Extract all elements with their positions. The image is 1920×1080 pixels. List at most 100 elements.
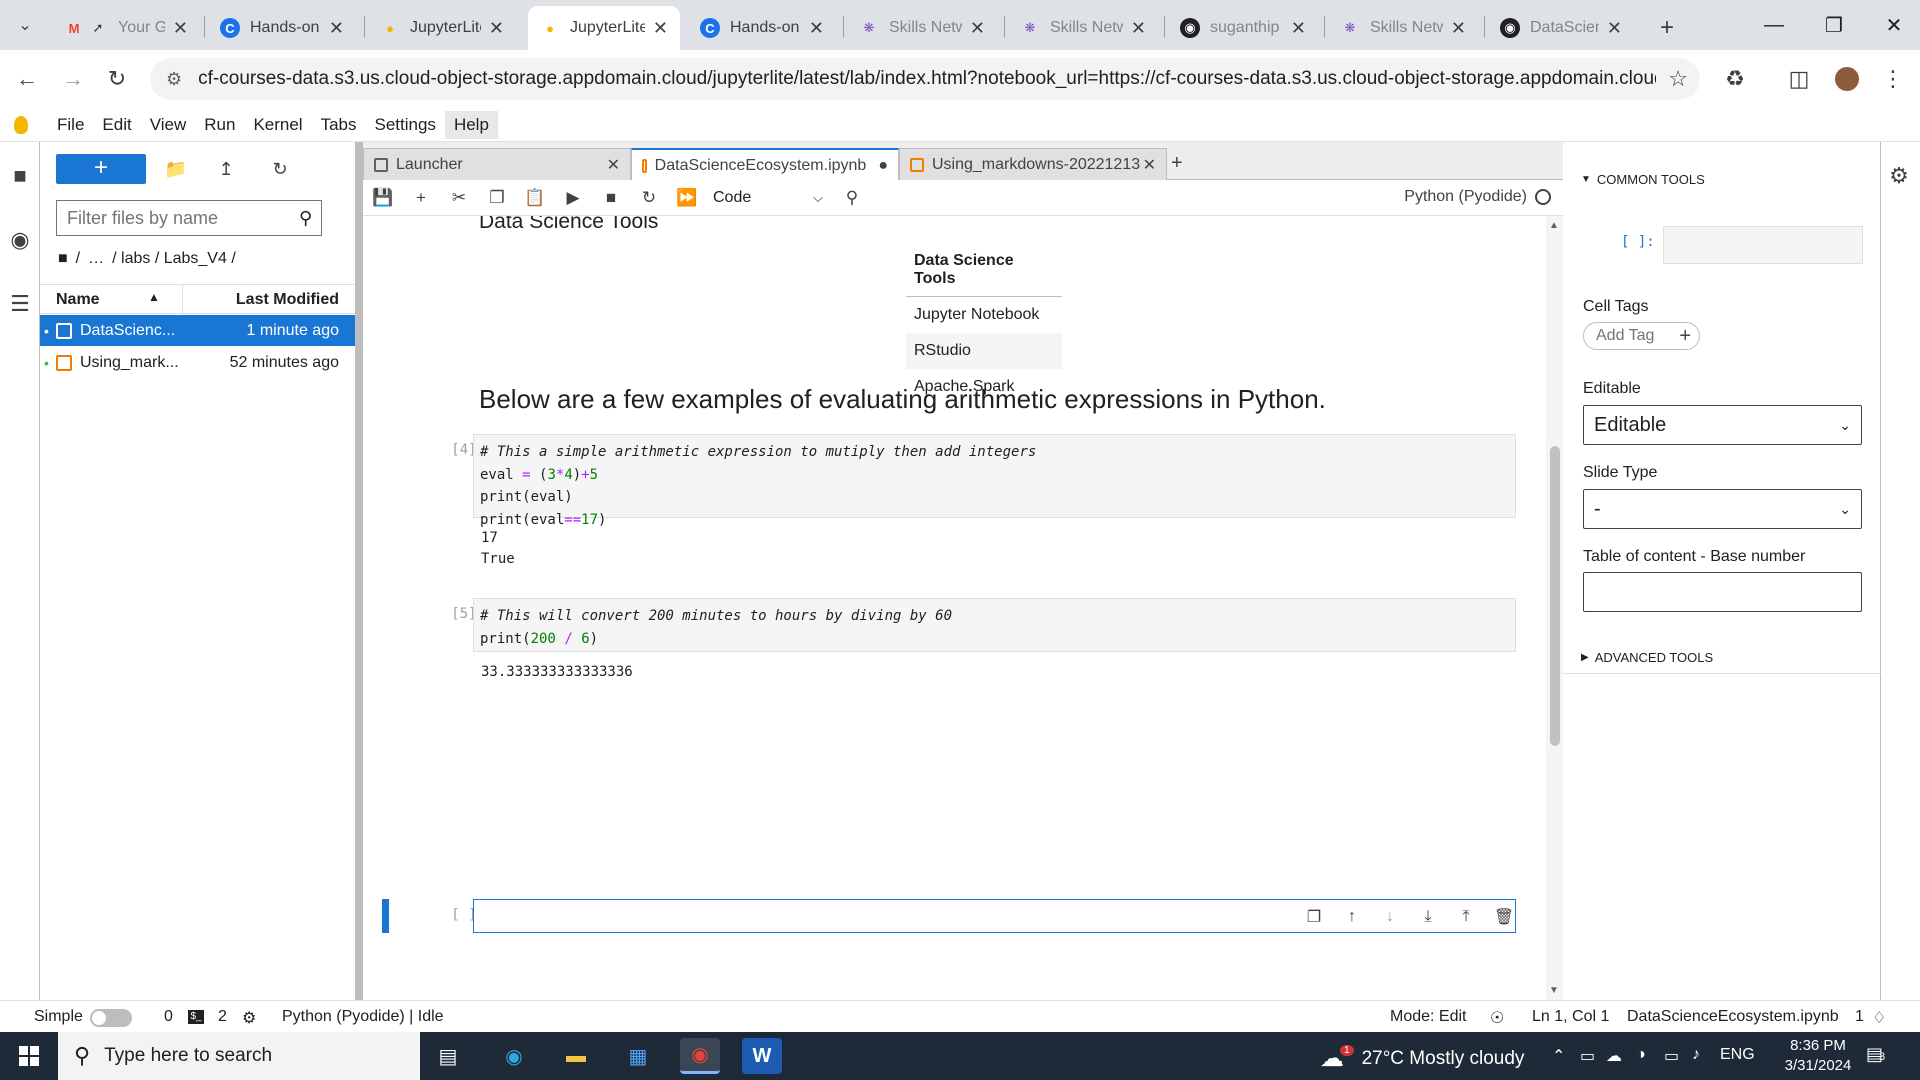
edge-icon[interactable]: ◉ (494, 1038, 534, 1074)
close-tab-icon[interactable]: ✕ (1451, 18, 1466, 39)
table-of-contents-icon[interactable]: ☰ (6, 290, 34, 318)
unsaved-dot-icon[interactable]: ● (878, 157, 888, 175)
tab-launcher[interactable]: Launcher ✕ (363, 148, 631, 180)
slide-type-select[interactable]: - ⌄ (1583, 489, 1862, 529)
url-text[interactable]: cf-courses-data.s3.us.cloud-object-stora… (198, 68, 1656, 90)
taskbar-search-field[interactable]: ⚲ Type here to search (58, 1032, 420, 1080)
browser-tab-9[interactable]: ❋ Skills Netw ✕ (1328, 6, 1478, 50)
reload-icon[interactable]: ↻ (100, 62, 134, 96)
toc-base-number-input[interactable] (1583, 572, 1862, 612)
panel-splitter[interactable] (355, 142, 363, 1000)
column-name-header[interactable]: Name (56, 291, 100, 309)
close-window-icon[interactable]: ✕ (1864, 0, 1920, 50)
paste-icon[interactable]: 📋 (523, 186, 547, 210)
word-icon[interactable]: W (742, 1038, 782, 1074)
browser-tab-7[interactable]: ❋ Skills Netw ✕ (1008, 6, 1158, 50)
common-tools-header[interactable]: ▼ COMMON TOOLS (1581, 172, 1705, 187)
menu-view[interactable]: View (141, 111, 196, 139)
close-tab-icon[interactable]: ✕ (1607, 18, 1622, 39)
move-down-icon[interactable]: ↓ (1378, 905, 1402, 929)
system-clock[interactable]: 8:36 PM 3/31/2024 (1770, 1036, 1866, 1076)
add-tag-button[interactable]: Add Tag + (1583, 322, 1700, 350)
code-cell-4[interactable]: # This a simple arithmetic expression to… (473, 434, 1516, 528)
profile-avatar[interactable] (1830, 62, 1864, 96)
property-inspector-gear-icon[interactable]: ⚙ (1885, 162, 1913, 190)
move-up-icon[interactable]: ↑ (1340, 905, 1364, 929)
filter-files-input[interactable] (67, 207, 299, 229)
menu-settings[interactable]: Settings (366, 111, 445, 139)
tab-search-chevron-icon[interactable]: ⌄ (10, 10, 40, 40)
run-icon[interactable]: ▶ (561, 186, 585, 210)
close-tab-icon[interactable]: ✕ (173, 18, 188, 39)
insert-above-icon[interactable]: ⤓ (1416, 905, 1440, 929)
advanced-tools-header[interactable]: ▶ ADVANCED TOOLS (1581, 650, 1713, 665)
chrome-menu-icon[interactable]: ⋮ (1876, 62, 1910, 96)
notifications-icon[interactable]: ▤3 (1866, 1044, 1885, 1065)
insert-below-icon[interactable]: ⤒ (1454, 905, 1478, 929)
browser-tab-3[interactable]: ● JupyterLite ✕ (368, 6, 516, 50)
refresh-icon[interactable]: ↻ (266, 155, 294, 183)
site-info-icon[interactable]: ⚙ (166, 69, 182, 90)
close-tab-icon[interactable]: ✕ (329, 18, 344, 39)
browser-tab-2[interactable]: C Hands-on ✕ (208, 6, 356, 50)
microsoft-store-icon[interactable]: ▦ (618, 1038, 658, 1074)
tab-datascienceecosystem[interactable]: DataScienceEcosystem.ipynb ● (631, 148, 899, 181)
running-kernels-icon[interactable]: ◉ (6, 226, 34, 254)
trusted-shield-icon[interactable]: ☉ (1490, 1008, 1504, 1028)
kernel-status[interactable]: Python (Pyodide) | Idle (282, 1008, 444, 1026)
file-explorer-icon[interactable]: ▬ (556, 1038, 596, 1074)
terminal-count[interactable]: 2 (218, 1008, 227, 1026)
menu-help[interactable]: Help (444, 110, 498, 139)
minimize-icon[interactable]: — (1744, 0, 1804, 50)
browser-tab-5[interactable]: C Hands-on ✕ (688, 6, 836, 50)
close-tab-icon[interactable]: ✕ (809, 18, 824, 39)
kernel-gear-icon[interactable]: ⚙ (242, 1008, 256, 1028)
wifi-icon[interactable]: ◑ (1636, 1046, 1646, 1064)
new-launcher-button[interactable]: + (56, 154, 146, 184)
bookmark-star-icon[interactable]: ☆ (1668, 66, 1688, 92)
active-code-cell-editor[interactable]: ❐ ↑ ↓ ⤓ ⤒ 🗑 (473, 899, 1516, 933)
back-arrow-icon[interactable]: ← (10, 62, 44, 96)
chevron-up-icon[interactable]: ⌃ (1552, 1046, 1565, 1066)
debugger-pin-icon[interactable]: ⚲ (840, 186, 864, 210)
close-tab-icon[interactable]: ✕ (653, 18, 668, 39)
battery-icon[interactable]: ▭ (1664, 1046, 1679, 1066)
new-tab-button[interactable]: + (1648, 6, 1688, 50)
new-folder-icon[interactable]: 📁 (162, 155, 190, 183)
kernel-indicator[interactable]: Python (Pyodide) (1404, 188, 1551, 206)
windows-start-icon[interactable] (0, 1032, 58, 1080)
upload-icon[interactable]: ↥ (212, 155, 240, 183)
scrollbar-thumb[interactable] (1550, 446, 1560, 746)
cell-metadata-editor[interactable] (1663, 226, 1863, 264)
scroll-up-icon[interactable]: ▲ (1549, 220, 1559, 231)
folder-icon[interactable]: ■ (6, 162, 34, 190)
scroll-down-icon[interactable]: ▼ (1549, 985, 1559, 996)
run-all-icon[interactable]: ⏩ (675, 186, 699, 210)
duplicate-cell-icon[interactable]: ❐ (1302, 905, 1326, 929)
browser-tab-1[interactable]: M ➚ Your G ✕ (52, 6, 200, 50)
menu-tabs[interactable]: Tabs (312, 111, 366, 139)
close-tab-icon[interactable]: ✕ (1291, 18, 1306, 39)
code-cell-5[interactable]: # This will convert 200 minutes to hours… (473, 598, 1516, 652)
cut-icon[interactable]: ✂ (447, 186, 471, 210)
tab-using-markdowns[interactable]: Using_markdowns-20221213 ✕ (899, 148, 1167, 180)
bell-icon[interactable]: ♢ (1872, 1008, 1886, 1028)
insert-cell-icon[interactable]: + (409, 186, 433, 210)
extensions-puzzle-icon[interactable]: ♻ (1718, 62, 1752, 96)
weather-widget[interactable]: ☁ 1 27°C Mostly cloudy (1320, 1044, 1524, 1073)
restart-icon[interactable]: ↻ (637, 186, 661, 210)
close-tab-icon[interactable]: ✕ (1131, 18, 1146, 39)
menu-file[interactable]: File (48, 111, 93, 139)
notebook-scrollbar[interactable]: ▲ ▼ (1546, 216, 1563, 1000)
volume-icon[interactable]: ♪ (1692, 1046, 1700, 1064)
browser-tab-4-active[interactable]: ● JupyterLite ✕ (528, 6, 680, 50)
close-icon[interactable]: ✕ (607, 155, 620, 175)
add-tab-icon[interactable]: + (1171, 152, 1183, 175)
onedrive-icon[interactable]: ☁ (1606, 1046, 1622, 1066)
column-modified-header[interactable]: Last Modified (236, 291, 339, 309)
cell-type-select[interactable]: Code ⌵ (713, 186, 823, 210)
chrome-icon[interactable]: ◉ (680, 1038, 720, 1074)
file-row[interactable]: • DataScienc... 1 minute ago (40, 315, 355, 346)
close-icon[interactable]: ✕ (1143, 155, 1156, 175)
restore-icon[interactable]: ❐ (1804, 0, 1864, 50)
